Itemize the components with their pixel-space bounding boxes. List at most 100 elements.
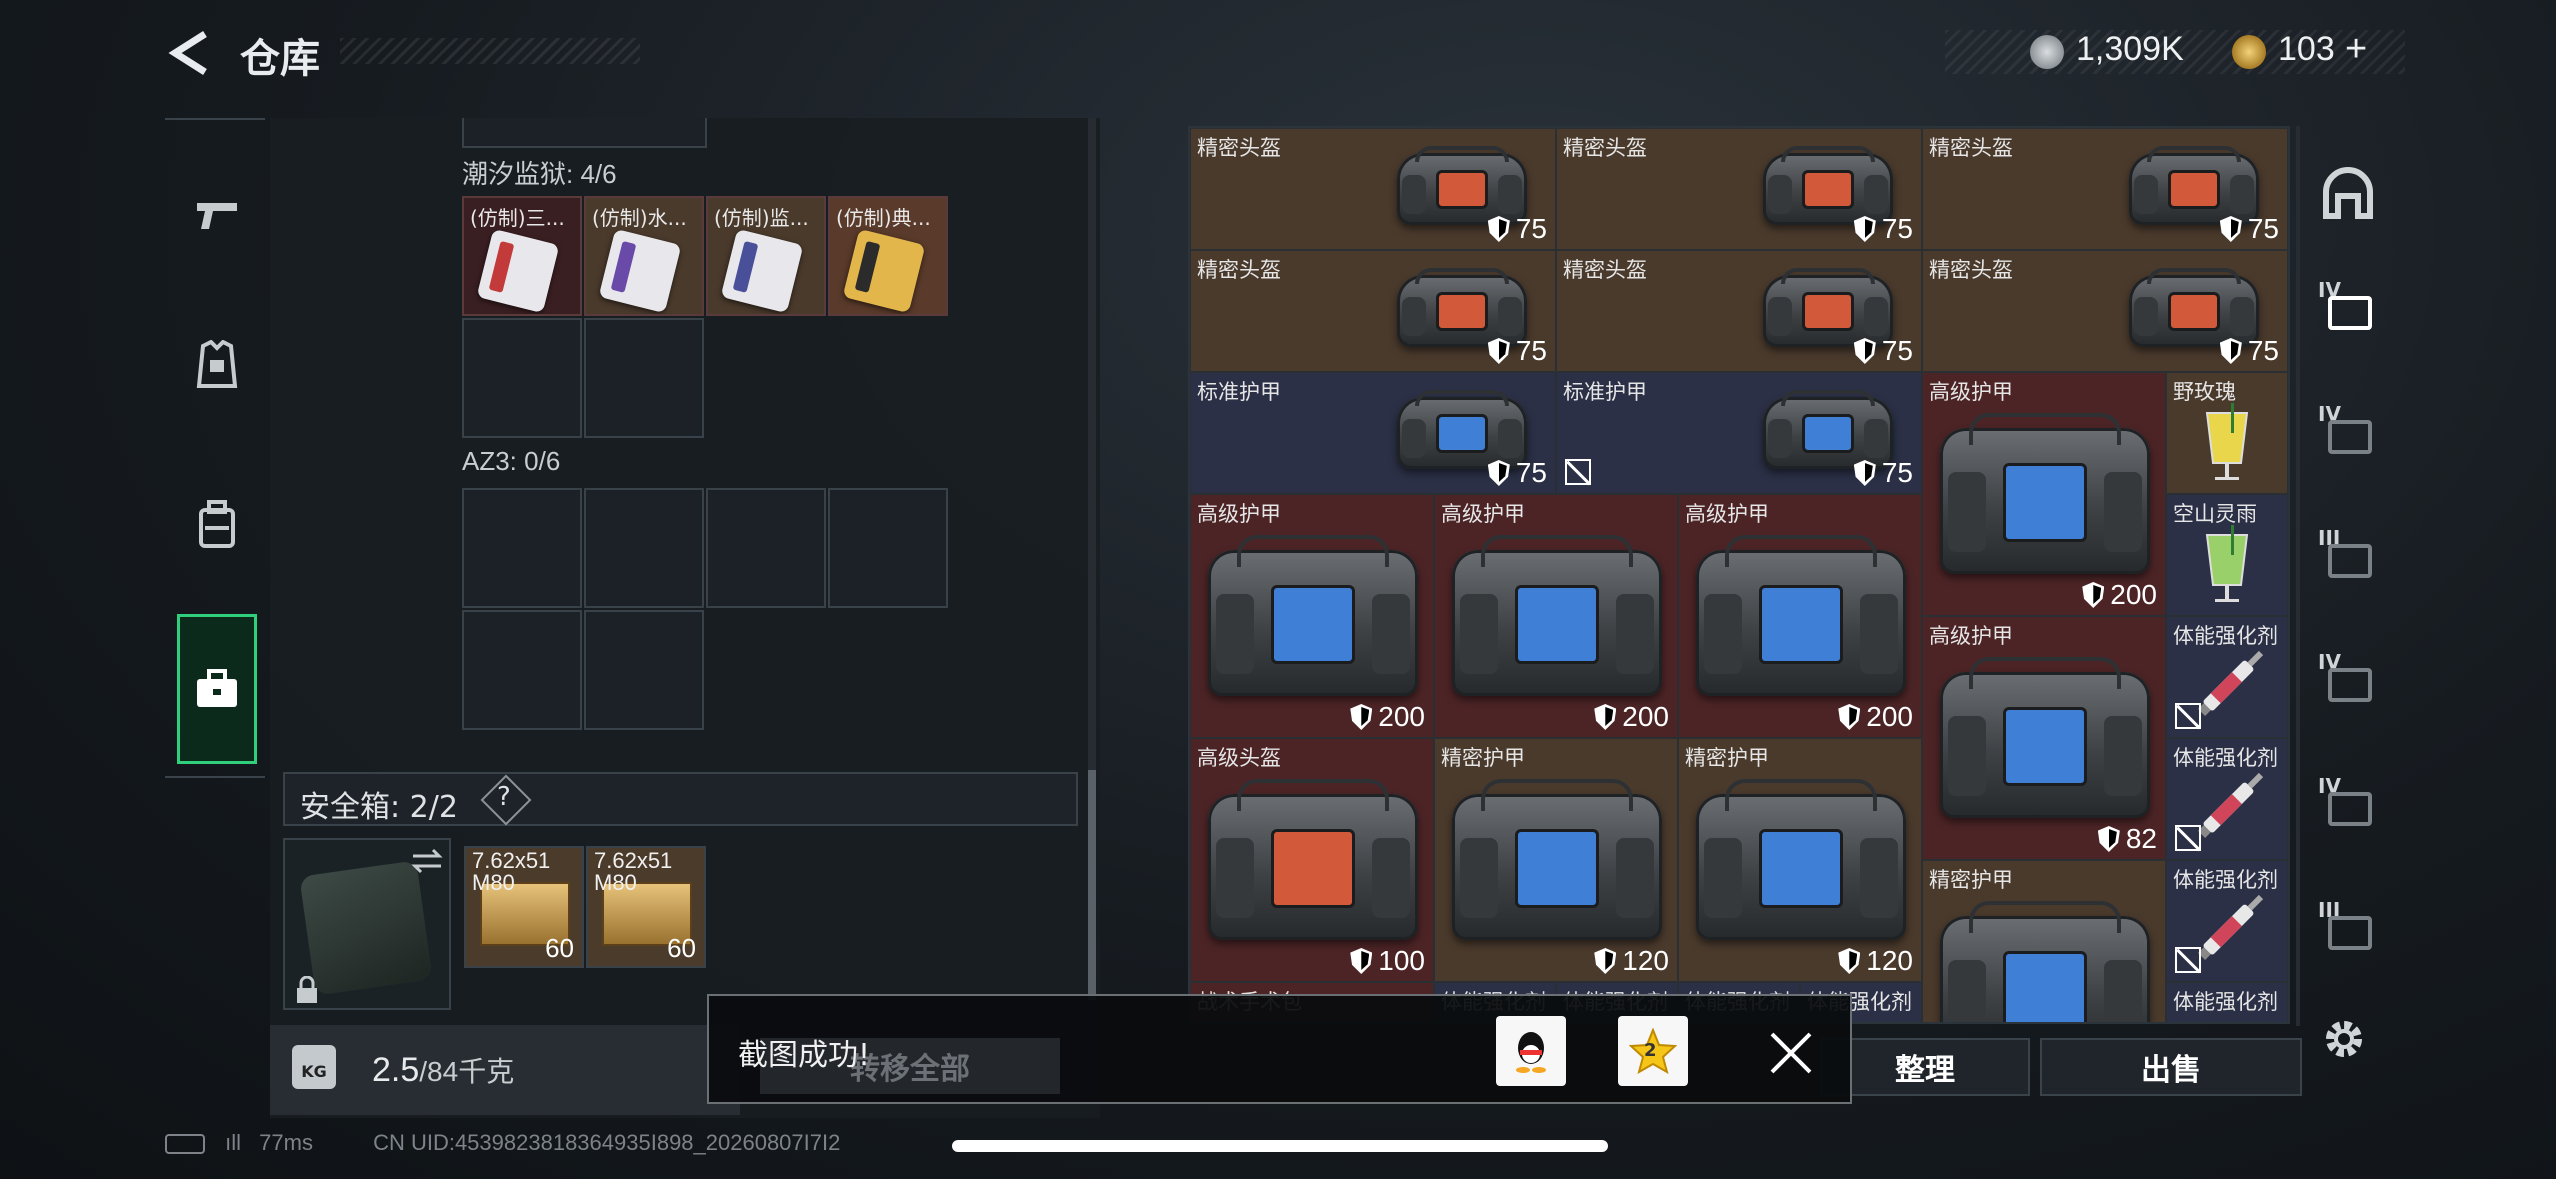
item-name: 精密护甲 [1685, 746, 1769, 770]
durability-badge: 75 [1487, 457, 1547, 489]
inventory-item[interactable]: 体能强化剂 [2166, 738, 2288, 860]
empty-slot[interactable] [828, 488, 948, 608]
inventory-item[interactable]: 精密头盔 75 [1922, 250, 2288, 372]
empty-slot[interactable] [584, 318, 704, 438]
item-name: 精密头盔 [1563, 136, 1647, 160]
empty-slot[interactable] [584, 488, 704, 608]
inventory-item[interactable]: 精密头盔 75 [1556, 250, 1922, 372]
durability-value: 75 [1515, 335, 1547, 366]
weight-current: 2.5 [372, 1051, 420, 1089]
empty-slot[interactable] [584, 610, 704, 730]
inventory-item[interactable]: 高级护甲 200 [1678, 494, 1922, 738]
shield-icon [1853, 460, 1876, 486]
add-currency-button[interactable]: + [2345, 28, 2367, 71]
inventory-item[interactable]: 标准护甲 75 [1190, 372, 1556, 494]
inventory-item[interactable]: 精密护甲 [1922, 860, 2166, 1022]
filter-tier-button[interactable]: III [2318, 526, 2378, 586]
durability-value: 200 [1622, 701, 1669, 732]
armor-case-image [1452, 535, 1662, 697]
backpack-icon [199, 500, 235, 548]
durability-badge: 75 [1853, 457, 1913, 489]
access-card-item[interactable]: (仿制)典... [828, 196, 948, 316]
filter-tier-button[interactable]: IV [2318, 650, 2378, 710]
shield-icon [1594, 704, 1617, 730]
gold-currency-value: 103 [2278, 30, 2335, 68]
ammo-item[interactable]: 7.62x51 M80 60 [586, 846, 706, 968]
empty-slot[interactable] [462, 610, 582, 730]
ammo-item[interactable]: 7.62x51 M80 60 [464, 846, 584, 968]
qzone-badge: 2 [1644, 1040, 1657, 1061]
inventory-item[interactable]: 体能强化剂 [2166, 860, 2288, 982]
sidebar-item-weapons[interactable] [177, 140, 257, 290]
access-card-item[interactable]: (仿制)监... [706, 196, 826, 316]
shield-icon [1487, 338, 1510, 364]
section-label-az3: AZ3: 0/6 [462, 446, 561, 476]
sidebar-item-safe-box[interactable] [177, 614, 257, 764]
inventory-item[interactable]: 精密头盔 75 [1556, 128, 1922, 250]
durability-badge: 75 [1853, 213, 1913, 245]
inventory-item[interactable]: 高级护甲 200 [1922, 372, 2166, 616]
shield-icon [2082, 582, 2105, 608]
inventory-item[interactable]: 体能强化剂 [2166, 616, 2288, 738]
inventory-item[interactable]: 精密护甲 120 [1434, 738, 1678, 982]
item-name: 高级头盔 [1197, 746, 1281, 770]
armor-case-image [1940, 901, 2150, 1022]
ammo-count: 60 [545, 933, 574, 963]
settings-gear-icon[interactable] [2320, 1015, 2368, 1067]
access-card-item[interactable]: (仿制)三... [462, 196, 582, 316]
inventory-item[interactable]: 精密护甲 120 [1678, 738, 1922, 982]
partial-slot-row [462, 118, 707, 148]
empty-slot[interactable] [462, 318, 582, 438]
inventory-item[interactable]: 标准护甲 75 [1556, 372, 1922, 494]
filter-tier-button[interactable]: IV [2318, 402, 2378, 462]
help-question-mark: ? [497, 782, 511, 812]
swap-icon[interactable] [409, 848, 445, 874]
inventory-item[interactable]: 高级护甲 82 [1922, 616, 2166, 860]
durability-badge: 200 [2082, 579, 2157, 611]
durability-badge: 200 [1838, 701, 1913, 733]
back-arrow-icon[interactable] [165, 28, 215, 78]
pistol-icon [197, 203, 237, 229]
shield-icon [1594, 948, 1617, 974]
inventory-item[interactable]: 高级护甲 200 [1190, 494, 1434, 738]
inventory-item[interactable]: 精密头盔 75 [1922, 128, 2288, 250]
sidebar-item-vest[interactable] [177, 290, 257, 440]
scrollbar-thumb[interactable] [1088, 770, 1096, 1000]
empty-slot[interactable] [706, 488, 826, 608]
sidebar-item-backpack[interactable] [177, 450, 257, 600]
inventory-item[interactable]: 野玫瑰 [2166, 372, 2288, 494]
sell-button[interactable]: 出售 [2040, 1038, 2302, 1096]
share-qq-button[interactable] [1496, 1016, 1566, 1086]
inventory-item[interactable]: 精密头盔 75 [1190, 128, 1556, 250]
vest-icon [196, 340, 238, 388]
section-label-tide-prison: 潮汐监狱: 4/6 [462, 159, 617, 189]
durability-badge: 75 [2219, 335, 2279, 367]
durability-badge: 120 [1838, 945, 1913, 977]
filter-helmet-icon[interactable] [2318, 164, 2378, 224]
access-card-item[interactable]: (仿制)水... [584, 196, 704, 316]
armor-case-image [1940, 413, 2150, 575]
durability-value: 100 [1378, 945, 1425, 976]
grid-scrollbar[interactable] [2296, 126, 2300, 1026]
inventory-item[interactable]: 高级护甲 200 [1434, 494, 1678, 738]
ping-text: 77ms [259, 1130, 313, 1155]
durability-value: 75 [1881, 335, 1913, 366]
weight-max: /84千克 [419, 1056, 515, 1087]
inventory-item[interactable]: 体能强化剂 [2166, 982, 2288, 1022]
filter-strip: IV IV III IV IV III [2300, 126, 2390, 1026]
filter-tier-button[interactable]: IV [2318, 278, 2378, 338]
inventory-item[interactable]: 高级头盔 100 [1190, 738, 1434, 982]
close-icon[interactable] [1768, 1030, 1814, 1076]
weight-readout: 2.5/84千克 [372, 1050, 514, 1090]
gold-coin-icon [2232, 35, 2266, 69]
empty-slot[interactable] [462, 488, 582, 608]
safe-case-slot[interactable] [283, 838, 451, 1010]
share-qzone-button[interactable]: 2 [1618, 1016, 1688, 1086]
home-indicator[interactable] [952, 1140, 1608, 1152]
filter-tier-button[interactable]: IV [2318, 774, 2378, 834]
inventory-item[interactable]: 精密头盔 75 [1190, 250, 1556, 372]
inventory-item[interactable]: 空山灵雨 [2166, 494, 2288, 616]
item-name: 精密护甲 [1929, 868, 2013, 892]
item-name: 体能强化剂 [2173, 624, 2278, 648]
filter-tier-button[interactable]: III [2318, 898, 2378, 958]
